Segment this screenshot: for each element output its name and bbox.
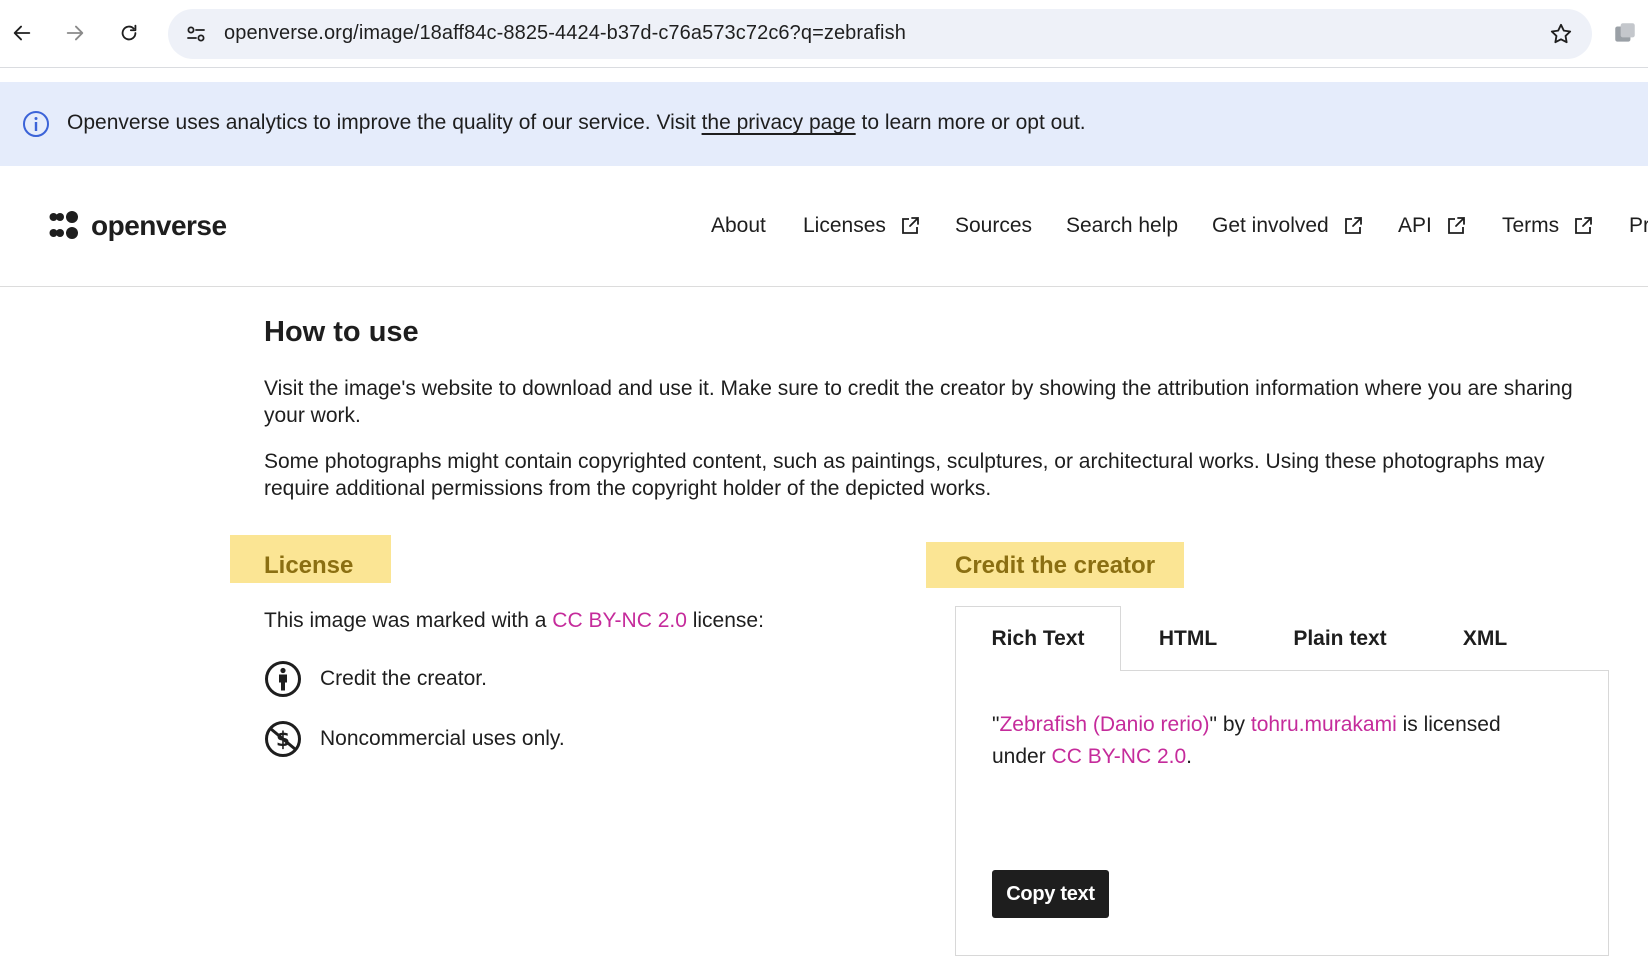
forward-button[interactable]	[58, 16, 92, 50]
attribution-license-link[interactable]: CC BY-NC 2.0	[1052, 745, 1187, 768]
reload-button[interactable]	[112, 16, 146, 50]
nav-about[interactable]: About	[711, 214, 766, 238]
copy-text-button[interactable]: Copy text	[992, 870, 1109, 918]
site-header: openverse About Licenses Sources Search …	[0, 166, 1648, 287]
attribution-panel: "Zebrafish (Danio rerio)" by tohru.murak…	[955, 670, 1609, 956]
bookmark-star-icon[interactable]	[1548, 21, 1574, 47]
tab-plain-text[interactable]: Plain text	[1255, 606, 1425, 671]
license-link[interactable]: CC BY-NC 2.0	[552, 609, 687, 632]
openverse-logo[interactable]: openverse	[49, 210, 227, 242]
extensions-icon[interactable]	[1612, 20, 1638, 46]
tab-rich-text[interactable]: Rich Text	[955, 606, 1121, 671]
external-link-icon	[1447, 217, 1465, 234]
nav-licenses[interactable]: Licenses	[803, 214, 920, 238]
browser-toolbar: openverse.org/image/18aff84c-8825-4424-b…	[0, 0, 1648, 68]
privacy-page-link[interactable]: the privacy page	[702, 111, 856, 134]
how-to-use-heading: How to use	[264, 316, 419, 348]
arrow-left-icon	[13, 25, 31, 41]
address-bar[interactable]: openverse.org/image/18aff84c-8825-4424-b…	[168, 9, 1592, 59]
nav-get-involved[interactable]: Get involved	[1212, 214, 1363, 238]
arrow-right-icon	[66, 25, 84, 41]
how-to-use-paragraph-1: Visit the image's website to download an…	[264, 377, 1573, 427]
external-link-icon	[901, 217, 919, 234]
how-to-use-paragraph-2: Some photographs might contain copyright…	[264, 450, 1545, 500]
license-item-nc: $ Noncommercial uses only.	[264, 720, 565, 758]
image-title-link[interactable]: Zebrafish (Danio rerio)	[999, 713, 1209, 736]
info-icon	[23, 111, 49, 137]
logo-wordmark: openverse	[91, 210, 227, 241]
analytics-banner: Openverse uses analytics to improve the …	[0, 82, 1648, 166]
creator-link[interactable]: tohru.murakami	[1251, 713, 1397, 736]
cc-nc-icon: $	[265, 721, 301, 757]
reload-icon	[121, 24, 137, 41]
nav-terms[interactable]: Terms	[1502, 214, 1593, 238]
license-item-by: Credit the creator.	[264, 660, 487, 698]
external-link-icon	[1575, 217, 1593, 234]
attribution-text: "Zebrafish (Danio rerio)" by tohru.murak…	[992, 713, 1501, 768]
svg-text:$: $	[276, 727, 290, 751]
external-link-icon	[1344, 217, 1362, 234]
cc-by-icon	[265, 661, 301, 697]
site-settings-icon[interactable]	[184, 22, 208, 46]
tab-xml[interactable]: XML	[1425, 606, 1545, 671]
back-button[interactable]	[5, 16, 39, 50]
license-heading: License	[264, 552, 354, 579]
license-statement: This image was marked with a CC BY-NC 2.…	[264, 609, 764, 632]
nav-search-help[interactable]: Search help	[1066, 214, 1178, 238]
nav-api[interactable]: API	[1398, 214, 1466, 238]
tab-html[interactable]: HTML	[1121, 606, 1255, 671]
banner-message: Openverse uses analytics to improve the …	[67, 111, 1086, 134]
openverse-logo-mark	[49, 211, 78, 239]
credit-heading: Credit the creator	[955, 552, 1156, 579]
nav-privacy-truncated[interactable]: Pr	[1629, 214, 1648, 238]
url-text[interactable]: openverse.org/image/18aff84c-8825-4424-b…	[224, 22, 906, 45]
attribution-tabs: Rich Text HTML Plain text XML	[955, 606, 1609, 671]
nav-sources[interactable]: Sources	[955, 214, 1032, 238]
